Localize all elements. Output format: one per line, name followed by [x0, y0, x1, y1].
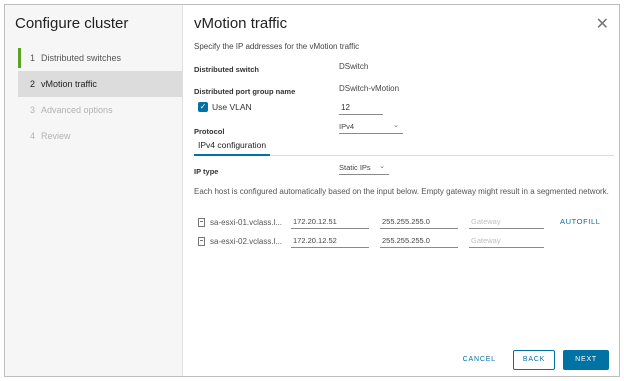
ip-address-field[interactable]: 172.20.12.51: [291, 216, 369, 229]
distributed-switch-label: Distributed switch: [194, 65, 260, 74]
use-vlan-checkbox[interactable]: ✓: [198, 102, 208, 112]
host-row: sa-esxi-01.vclass.l... 172.20.12.51 255.…: [194, 216, 614, 232]
distributed-switch-value: DSwitch: [339, 62, 369, 71]
chevron-down-icon: ⌄: [379, 163, 385, 170]
step-number: 2: [30, 79, 36, 89]
step-vmotion-traffic[interactable]: 2 vMotion traffic: [18, 71, 182, 97]
step-number: 4: [30, 131, 36, 141]
nav-title: Configure cluster: [15, 15, 129, 32]
ip-type-label: IP type: [194, 167, 219, 176]
ip-type-value: Static IPs: [339, 163, 371, 172]
port-group-label: Distributed port group name: [194, 87, 296, 96]
step-label: Distributed switches: [41, 53, 122, 63]
host-row: sa-esxi-02.vclass.l... 172.20.12.52 255.…: [194, 235, 614, 251]
wizard-content: vMotion traffic ✕ Specify the IP address…: [194, 5, 619, 376]
tab-ipv4-configuration[interactable]: IPv4 configuration: [194, 138, 271, 156]
gateway-field[interactable]: Gateway: [469, 235, 544, 248]
host-icon: [198, 218, 205, 227]
chevron-down-icon: ⌄: [393, 122, 399, 129]
back-button[interactable]: BACK: [512, 350, 556, 370]
page-subtitle: Specify the IP addresses for the vMotion…: [194, 42, 360, 51]
autoconfig-description: Each host is configured automatically ba…: [194, 187, 609, 196]
cancel-button[interactable]: CANCEL: [454, 350, 505, 370]
subnet-mask-field[interactable]: 255.255.255.0: [380, 235, 458, 248]
step-number: 3: [30, 105, 36, 115]
wizard-nav: Configure cluster 1 Distributed switches…: [5, 5, 183, 376]
port-group-value: DSwitch-vMotion: [339, 84, 400, 93]
step-advanced-options: 3 Advanced options: [18, 97, 182, 123]
vlan-id-input[interactable]: [339, 101, 383, 115]
page-title: vMotion traffic: [194, 15, 288, 32]
gateway-field[interactable]: Gateway: [469, 216, 544, 229]
configure-cluster-dialog: Configure cluster 1 Distributed switches…: [4, 4, 620, 377]
step-distributed-switches[interactable]: 1 Distributed switches: [18, 45, 182, 71]
config-tabs: IPv4 configuration: [194, 138, 614, 156]
step-number: 1: [30, 53, 36, 63]
step-label: Review: [41, 131, 71, 141]
host-name: sa-esxi-02.vclass.l...: [210, 237, 283, 246]
protocol-value: IPv4: [339, 122, 355, 131]
ip-address-field[interactable]: 172.20.12.52: [291, 235, 369, 248]
host-name: sa-esxi-01.vclass.l...: [210, 218, 283, 227]
wizard-steps: 1 Distributed switches 2 vMotion traffic…: [18, 45, 182, 149]
protocol-label: Protocol: [194, 127, 225, 136]
subnet-mask-field[interactable]: 255.255.255.0: [380, 216, 458, 229]
use-vlan-label: Use VLAN: [212, 102, 252, 112]
step-review: 4 Review: [18, 123, 182, 149]
wizard-footer: CANCEL BACK NEXT: [446, 350, 609, 370]
step-label: vMotion traffic: [41, 79, 97, 89]
next-button[interactable]: NEXT: [563, 350, 609, 370]
step-label: Advanced options: [41, 105, 113, 115]
host-icon: [198, 237, 205, 246]
protocol-select[interactable]: IPv4 ⌄: [339, 122, 403, 134]
ip-type-select[interactable]: Static IPs ⌄: [339, 163, 389, 175]
autofill-button[interactable]: AUTOFILL: [560, 217, 601, 226]
close-icon[interactable]: ✕: [596, 17, 609, 33]
